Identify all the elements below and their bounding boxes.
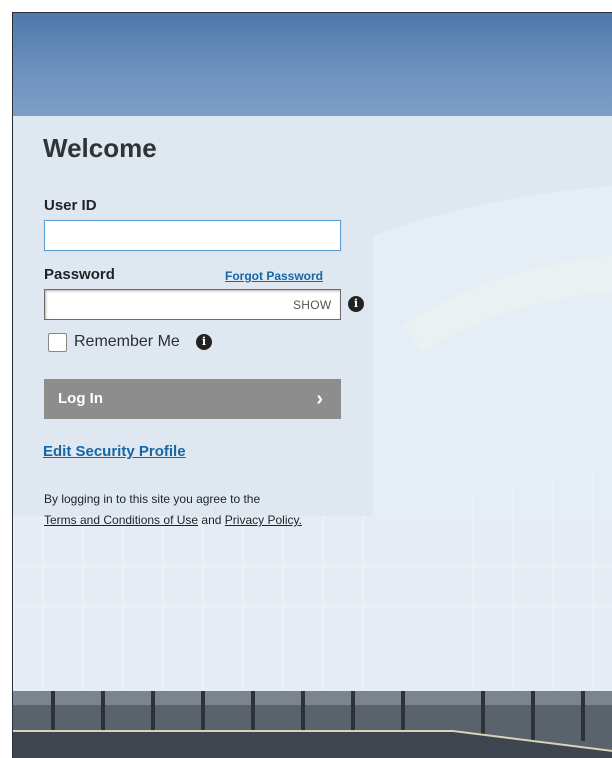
page-title: Welcome	[43, 133, 157, 163]
password-label: Password	[44, 266, 115, 283]
remember-me-label[interactable]: Remember Me	[74, 333, 180, 351]
show-password-toggle[interactable]: SHOW	[293, 298, 332, 312]
log-in-button[interactable]: Log In ›	[44, 379, 341, 419]
login-screen: Welcome User ID Password Forgot Password…	[12, 12, 612, 758]
forgot-password-link[interactable]: Forgot Password	[225, 269, 323, 283]
remember-me-info-icon[interactable]: i	[196, 334, 212, 350]
legal-and: and	[201, 513, 222, 527]
chevron-right-icon: ›	[316, 388, 323, 410]
legal-prefix: By logging in to this site you agree to …	[44, 492, 261, 506]
legal-notice: By logging in to this site you agree to …	[44, 489, 384, 531]
sky-background	[13, 13, 612, 116]
terms-link[interactable]: Terms and Conditions of Use	[44, 513, 198, 527]
building-base	[13, 691, 612, 758]
user-id-input[interactable]	[43, 219, 342, 252]
remember-me-checkbox[interactable]	[48, 333, 67, 352]
user-id-label: User ID	[44, 197, 97, 214]
edit-security-profile-link[interactable]: Edit Security Profile	[43, 443, 186, 460]
privacy-policy-link[interactable]: Privacy Policy.	[225, 513, 302, 527]
log-in-label: Log In	[58, 390, 103, 407]
password-info-icon[interactable]: i	[348, 296, 364, 312]
